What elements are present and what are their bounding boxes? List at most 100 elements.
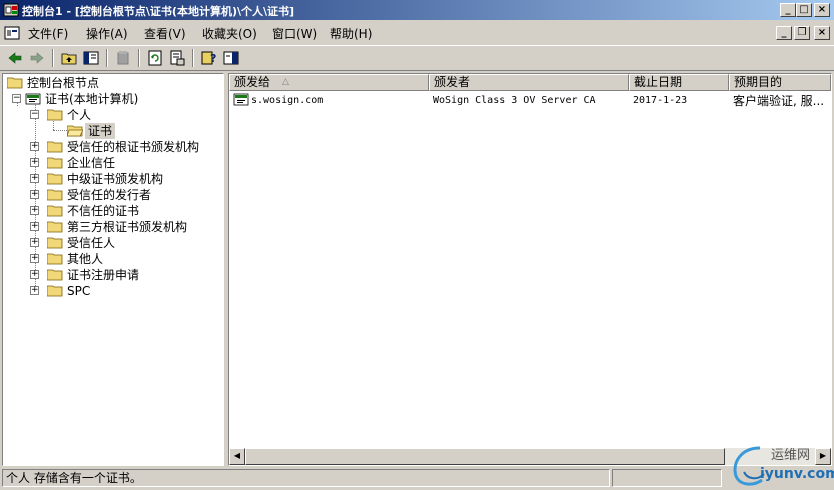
expand-icon[interactable]: + <box>30 190 39 199</box>
menu-file[interactable]: 文件(F) <box>28 25 68 42</box>
tree-node-label: SPC <box>67 284 91 298</box>
collapse-icon[interactable]: − <box>30 110 39 119</box>
toolbar-separator <box>106 49 108 67</box>
tree-node-label: 受信任人 <box>67 236 116 250</box>
tree-node[interactable]: + 受信任的根证书颁发机构 <box>7 139 207 155</box>
tree-node[interactable]: + 第三方根证书颁发机构 <box>7 219 207 235</box>
tree-node-personal[interactable]: − 个人 <box>7 107 207 123</box>
back-icon[interactable] <box>6 49 24 67</box>
column-header-purpose[interactable]: 预期目的 <box>729 74 831 91</box>
tree-node-label: 证书注册申请 <box>67 268 140 282</box>
tree-node-label: 第三方根证书颁发机构 <box>67 220 188 234</box>
mdi-restore-button[interactable]: ❐ <box>794 26 810 40</box>
expand-icon[interactable]: + <box>30 206 39 215</box>
tree-node-label: 企业信任 <box>67 156 116 170</box>
toolbar-separator <box>138 49 140 67</box>
expand-icon[interactable]: + <box>30 254 39 263</box>
menu-window[interactable]: 窗口(W) <box>272 25 317 42</box>
menu-view[interactable]: 查看(V) <box>144 25 186 42</box>
cell-issued-by: WoSign Class 3 OV Server CA <box>433 95 596 106</box>
certificate-icon <box>233 93 249 106</box>
close-button[interactable]: × <box>814 3 830 17</box>
watermark-logo: 运维网 iyunv.com <box>730 440 834 490</box>
tree-node-label: 其他人 <box>67 252 104 266</box>
menu-favorites[interactable]: 收藏夹(O) <box>202 25 257 42</box>
mdi-close-button[interactable]: × <box>814 26 830 40</box>
action-pane-icon[interactable] <box>222 49 240 67</box>
status-panel-empty <box>612 469 722 487</box>
tree-root-label: 控制台根节点 <box>27 76 100 90</box>
tree-node-cert-store[interactable]: − 证书(本地计算机) <box>7 91 207 107</box>
tree-node[interactable]: + 受信任人 <box>7 235 207 251</box>
console-tree[interactable]: 控制台根节点 − 证书(本地计算机) − 个人 证书 + 受信任的根证书颁发机构 +… <box>2 73 224 466</box>
mmc-app-icon[interactable] <box>3 2 19 18</box>
tree-node[interactable]: + 其他人 <box>7 251 207 267</box>
folder-icon <box>47 173 63 185</box>
delete-icon[interactable] <box>114 49 132 67</box>
tree-node[interactable]: + 中级证书颁发机构 <box>7 171 207 187</box>
forward-icon[interactable] <box>28 49 46 67</box>
expand-icon[interactable]: + <box>30 222 39 231</box>
help-icon[interactable]: ? <box>200 49 218 67</box>
tree-node-label: 不信任的证书 <box>67 204 140 218</box>
folder-icon <box>47 141 63 153</box>
status-text: 个人 存储含有一个证书。 <box>2 469 610 487</box>
column-header-issued-to-label: 颁发给 <box>234 75 271 89</box>
tree-node[interactable]: + 证书注册申请 <box>7 267 207 283</box>
toolbar-separator <box>52 49 54 67</box>
export-list-icon[interactable] <box>168 49 186 67</box>
sort-ascending-icon: △ <box>282 77 289 87</box>
toolbar: ? <box>0 45 834 71</box>
scroll-thumb[interactable] <box>245 448 725 465</box>
expand-icon[interactable]: + <box>30 270 39 279</box>
menu-help[interactable]: 帮助(H) <box>330 25 372 42</box>
menu-action[interactable]: 操作(A) <box>86 25 128 42</box>
column-header-issued-by[interactable]: 颁发者 <box>429 74 629 91</box>
svg-text:?: ? <box>210 52 216 65</box>
tree-node-label: 受信任的根证书颁发机构 <box>67 140 200 154</box>
watermark-text-cn: 运维网 <box>771 448 811 463</box>
certificate-store-icon <box>25 93 41 105</box>
maximize-button[interactable]: □ <box>796 3 812 17</box>
menu-bar: 文件(F) 操作(A) 查看(V) 收藏夹(O) 窗口(W) 帮助(H) <box>0 21 834 44</box>
tree-node-personal-certificates[interactable]: 证书 <box>7 123 207 139</box>
tree-node[interactable]: + 企业信任 <box>7 155 207 171</box>
column-header-expiration[interactable]: 截止日期 <box>629 74 729 91</box>
certificate-list[interactable]: 颁发给 △ 颁发者 截止日期 预期目的 s.wosign.com WoSign … <box>228 73 832 466</box>
cell-expiration: 2017-1-23 <box>633 95 688 106</box>
column-header-issued-to[interactable]: 颁发给 △ <box>229 74 429 91</box>
folder-icon <box>47 205 63 217</box>
folder-icon <box>47 269 63 281</box>
expand-icon[interactable]: + <box>30 142 39 151</box>
collapse-icon[interactable]: − <box>12 94 21 103</box>
status-bar: 个人 存储含有一个证书。 <box>0 468 834 490</box>
folder-icon <box>7 77 23 89</box>
tree-node-label: 中级证书颁发机构 <box>67 172 164 186</box>
column-header-issued-by-label: 颁发者 <box>434 75 471 89</box>
tree-node-personal-label: 个人 <box>67 108 92 122</box>
tree-node[interactable]: + 不信任的证书 <box>7 203 207 219</box>
expand-icon[interactable]: + <box>30 174 39 183</box>
folder-icon <box>47 189 63 201</box>
minimize-button[interactable]: _ <box>780 3 796 17</box>
refresh-icon[interactable] <box>146 49 164 67</box>
tree-node-certificates-label: 证书 <box>85 123 116 139</box>
show-tree-icon[interactable] <box>82 49 100 67</box>
tree-node[interactable]: + SPC <box>7 283 207 299</box>
open-folder-icon <box>67 125 83 137</box>
window-title: 控制台1 - [控制台根节点\证书(本地计算机)\个人\证书] <box>22 5 295 18</box>
tree-node[interactable]: + 受信任的发行者 <box>7 187 207 203</box>
open-folder-icon <box>47 109 63 121</box>
tree-node-label: 受信任的发行者 <box>67 188 152 202</box>
expand-icon[interactable]: + <box>30 286 39 295</box>
expand-icon[interactable]: + <box>30 158 39 167</box>
folder-icon <box>47 221 63 233</box>
up-folder-icon[interactable] <box>60 49 78 67</box>
console-document-icon[interactable] <box>4 25 20 41</box>
scroll-left-button[interactable]: ◀ <box>229 448 245 465</box>
expand-icon[interactable]: + <box>30 238 39 247</box>
tree-node-cert-store-label: 证书(本地计算机) <box>45 92 139 106</box>
title-bar[interactable]: 控制台1 - [控制台根节点\证书(本地计算机)\个人\证书] _ □ × <box>0 0 834 20</box>
cell-purpose: 客户端验证, 服... <box>733 94 825 108</box>
mdi-minimize-button[interactable]: _ <box>776 26 792 40</box>
